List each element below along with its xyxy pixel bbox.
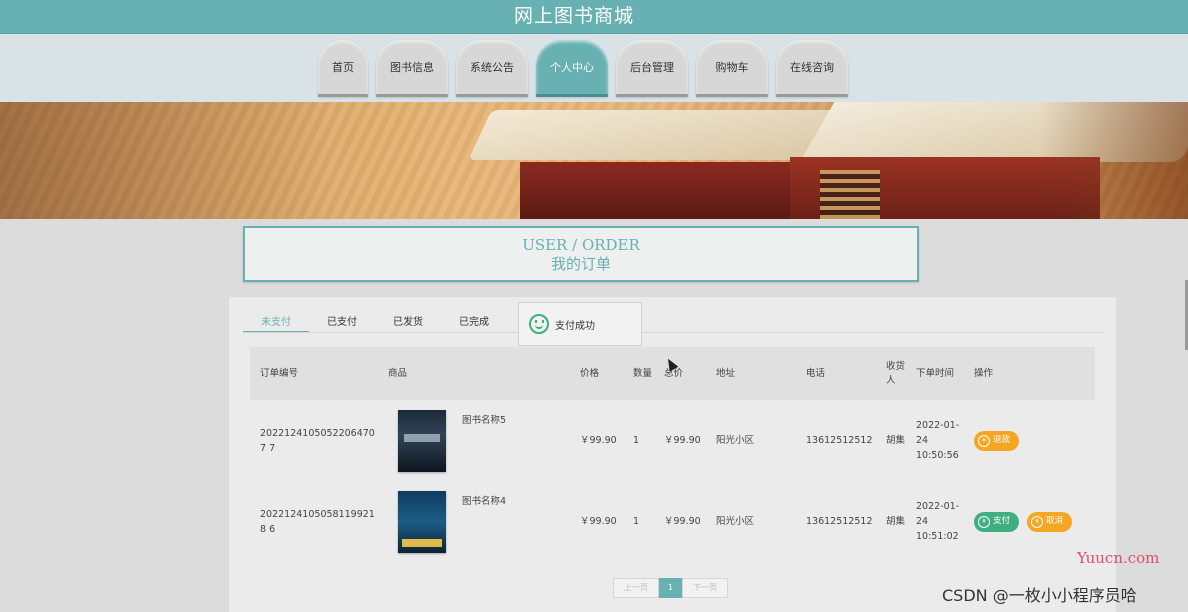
orders-panel: 未支付 已支付 已发货 已完成 支付成功 订单编号 商品 价格 数量 总价 地址… <box>229 297 1116 612</box>
header-order-no: 订单编号 <box>260 367 299 379</box>
coin-icon: ¥ <box>978 515 990 528</box>
total-price: ￥99.90 <box>664 435 701 446</box>
header-total: 总价 <box>664 367 684 379</box>
order-time: 2022-01-24 10:50:56 <box>916 420 960 461</box>
prev-page-button[interactable]: 上一页 <box>613 578 659 598</box>
table-row: 20221241050581199218 6 图书名称4 ￥99.90 1 ￥9… <box>250 481 1095 562</box>
tab-unpaid[interactable]: 未支付 <box>243 309 309 333</box>
header-actions: 操作 <box>974 367 994 379</box>
nav-announcements[interactable]: 系统公告 <box>456 40 528 97</box>
address: 阳光小区 <box>716 435 755 446</box>
csdn-watermark: CSDN @一枚小小程序员哈 <box>942 586 1137 605</box>
order-status-tabs: 未支付 已支付 已发货 已完成 <box>243 309 507 333</box>
toast-text: 支付成功 <box>555 320 595 332</box>
nav-home[interactable]: 首页 <box>318 40 368 97</box>
book-cover-image[interactable] <box>398 490 446 553</box>
product-name[interactable]: 图书名称4 <box>462 494 506 509</box>
total-price: ￥99.90 <box>664 516 701 527</box>
coin-icon: ¥ <box>978 434 990 447</box>
header-qty: 数量 <box>633 367 653 379</box>
product-cell: 图书名称4 <box>388 490 572 553</box>
receiver: 胡集 <box>886 516 906 527</box>
table-row: 20221241050522064707 7 图书名称5 ￥99.90 1 ￥9… <box>250 400 1095 481</box>
next-page-button[interactable]: 下一页 <box>682 578 729 598</box>
payment-success-toast: 支付成功 <box>518 302 642 346</box>
phone: 13612512512 <box>806 435 873 446</box>
coin-icon: ¥ <box>1031 515 1044 528</box>
smile-icon <box>529 314 549 334</box>
nav-book-info[interactable]: 图书信息 <box>376 40 448 97</box>
hero-banner-image <box>0 102 1188 219</box>
orders-table: 订单编号 商品 价格 数量 总价 地址 电话 收货人 下单时间 操作 20221… <box>250 347 1095 562</box>
section-heading: USER / ORDER 我的订单 <box>243 226 919 282</box>
top-bar: 网上图书商城 <box>0 0 1188 34</box>
header-receiver: 收货人 <box>886 360 906 386</box>
table-header-row: 订单编号 商品 价格 数量 总价 地址 电话 收货人 下单时间 操作 <box>250 347 1095 400</box>
address: 阳光小区 <box>716 516 755 527</box>
order-no: 20221241050522064707 7 <box>260 427 375 454</box>
heading-chinese: 我的订单 <box>550 255 611 273</box>
product-name[interactable]: 图书名称5 <box>462 413 506 428</box>
book-cover-image[interactable] <box>398 409 446 472</box>
quantity: 1 <box>633 516 640 527</box>
header-product: 商品 <box>388 367 408 379</box>
nav-cart[interactable]: 购物车 <box>696 40 768 97</box>
site-title: 网上图书商城 <box>513 5 634 27</box>
header-time: 下单时间 <box>916 367 955 379</box>
phone: 13612512512 <box>806 516 873 527</box>
price: ￥99.90 <box>580 435 617 446</box>
order-time: 2022-01-24 10:51:02 <box>916 501 960 542</box>
header-address: 地址 <box>716 367 736 379</box>
pay-button[interactable]: ¥ 支付 <box>974 511 1020 532</box>
tab-paid[interactable]: 已支付 <box>309 309 375 333</box>
tab-completed[interactable]: 已完成 <box>441 309 507 333</box>
pagination: 上一页 1 下一页 <box>613 578 729 598</box>
header-phone: 电话 <box>806 367 826 379</box>
header-price: 价格 <box>580 367 600 379</box>
main-nav: 首页 图书信息 系统公告 个人中心 后台管理 购物车 在线咨询 <box>318 40 848 97</box>
nav-consult[interactable]: 在线咨询 <box>776 40 848 97</box>
quantity: 1 <box>633 435 640 446</box>
tab-shipped[interactable]: 已发货 <box>375 309 441 333</box>
tabs-divider <box>243 332 1103 333</box>
nav-admin[interactable]: 后台管理 <box>616 40 688 97</box>
product-cell: 图书名称5 <box>388 409 572 472</box>
cancel-button[interactable]: ¥ 取消 <box>1027 511 1073 532</box>
nav-user-center[interactable]: 个人中心 <box>536 40 608 97</box>
heading-english: USER / ORDER <box>522 236 640 254</box>
price: ￥99.90 <box>580 516 617 527</box>
yuucn-watermark: Yuucn.com <box>1077 549 1160 567</box>
order-no: 20221241050581199218 6 <box>260 508 375 535</box>
receiver: 胡集 <box>886 435 906 446</box>
refund-button[interactable]: ¥ 退款 <box>974 430 1020 451</box>
page-1-button[interactable]: 1 <box>659 578 683 598</box>
